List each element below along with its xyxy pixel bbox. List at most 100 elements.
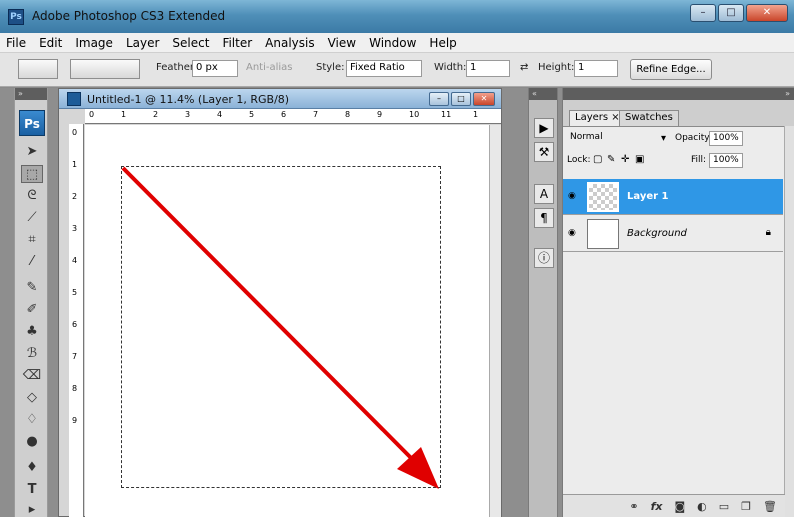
clone-stamp-tool-icon[interactable]: ♣ — [21, 323, 43, 341]
vruler-tick: 9 — [72, 416, 78, 425]
refine-edge-button[interactable]: Refine Edge... — [630, 59, 712, 80]
lasso-tool-icon[interactable]: ᘓ — [21, 187, 43, 205]
fill-input[interactable]: 100% — [709, 153, 743, 168]
menu-window[interactable]: Window — [369, 36, 416, 50]
width-label: Width: — [434, 62, 467, 73]
brush-tool-icon[interactable]: ✐ — [21, 301, 43, 319]
vruler-tick: 0 — [72, 128, 78, 137]
layer-row-background[interactable]: ◉ Background 🔒︎ — [563, 216, 783, 252]
type-tool-icon[interactable]: T — [21, 481, 43, 499]
maximize-button[interactable]: □ — [718, 4, 744, 22]
menu-help[interactable]: Help — [429, 36, 456, 50]
play-icon[interactable]: ▶ — [534, 118, 554, 138]
vruler-tick: 7 — [72, 352, 78, 361]
menu-file[interactable]: File — [6, 36, 26, 50]
tool-presets-icon[interactable]: ⚒ — [534, 142, 554, 162]
layers-panel: » Layers × Swatches Normal ▾ Opacity: 10… — [562, 88, 794, 517]
menu-image[interactable]: Image — [75, 36, 113, 50]
link-layers-icon[interactable]: ⚭ — [629, 500, 638, 513]
feather-input[interactable]: 0 px — [192, 60, 238, 77]
blur-tool-icon[interactable]: ♢ — [21, 411, 43, 429]
eraser-tool-icon[interactable]: ⌫ — [21, 367, 43, 385]
new-group-icon[interactable]: ▭ — [719, 500, 729, 513]
horizontal-ruler[interactable]: 0 1 2 3 4 5 6 7 8 9 10 11 1 — [85, 109, 501, 124]
hruler-tick: 3 — [185, 110, 191, 119]
blend-mode-dropdown[interactable]: Normal — [567, 131, 667, 146]
swap-icon[interactable]: ⇄ — [520, 62, 528, 73]
antialias-checkbox[interactable]: Anti-alias — [246, 62, 293, 73]
tab-layers[interactable]: Layers × — [569, 110, 626, 126]
close-button[interactable]: ✕ — [746, 4, 788, 22]
layer-mask-icon[interactable]: ◙ — [674, 500, 685, 513]
menu-select[interactable]: Select — [172, 36, 209, 50]
menu-filter[interactable]: Filter — [222, 36, 252, 50]
ps-logo[interactable]: Ps — [19, 110, 45, 136]
width-input[interactable]: 1 — [466, 60, 510, 77]
menu-view[interactable]: View — [328, 36, 356, 50]
selection-mode-buttons[interactable] — [70, 59, 140, 79]
layer-row-layer-1[interactable]: ◉ Layer 1 — [563, 179, 783, 215]
hruler-tick: 10 — [409, 110, 420, 119]
layers-vertical-scrollbar[interactable] — [784, 126, 794, 517]
document-maximize-button[interactable]: □ — [451, 92, 471, 106]
document-minimize-button[interactable]: – — [429, 92, 449, 106]
document-vertical-scrollbar[interactable] — [489, 125, 501, 517]
paint-bucket-tool-icon[interactable]: ◇ — [21, 389, 43, 407]
lock-icon: 🔒︎ — [765, 227, 771, 238]
eye-icon[interactable]: ◉ — [568, 192, 578, 201]
crop-tool-icon[interactable]: ⌗ — [21, 231, 43, 249]
move-tool-icon[interactable]: ➤ — [21, 143, 43, 161]
height-input[interactable]: 1 — [574, 60, 618, 77]
new-layer-icon[interactable]: ❐ — [741, 500, 751, 513]
menu-layer[interactable]: Layer — [126, 36, 159, 50]
lock-label: Lock: — [567, 155, 591, 165]
layers-panel-header[interactable]: » — [563, 88, 794, 100]
opacity-input[interactable]: 100% — [709, 131, 743, 146]
pen-tool-icon[interactable]: ♦ — [21, 459, 43, 477]
path-selection-tool-icon[interactable]: ▸ — [21, 501, 43, 517]
opacity-label: Opacity: — [675, 133, 712, 143]
layer-thumbnail — [587, 182, 619, 212]
history-brush-tool-icon[interactable]: ℬ — [21, 345, 43, 363]
eye-icon[interactable]: ◉ — [568, 229, 578, 238]
magic-wand-tool-icon[interactable]: ⟋ — [21, 209, 43, 227]
adjustment-layer-icon[interactable]: ◐ — [697, 500, 707, 513]
document-close-button[interactable]: ✕ — [473, 92, 495, 106]
vruler-tick: 6 — [72, 320, 78, 329]
layers-panel-body: Normal ▾ Opacity: 100% Lock: ▢ ✎ ✛ ▣ Fil… — [563, 126, 794, 517]
document-icon — [67, 92, 81, 106]
tools-panel: » Ps ➤ ⬚ ᘓ ⟋ ⌗ ⁄ ✎ ✐ ♣ ℬ ⌫ ◇ ♢ ● ♦ T ▸ — [14, 88, 48, 517]
hruler-tick: 1 — [473, 110, 479, 119]
layers-panel-footer: ⚭ fx ◙ ◐ ▭ ❐ 🗑︎ — [563, 494, 785, 517]
character-icon[interactable]: A — [534, 184, 554, 204]
tool-preset-picker[interactable] — [18, 59, 58, 79]
dodge-tool-icon[interactable]: ● — [21, 433, 43, 451]
slice-tool-icon[interactable]: ⁄ — [21, 253, 43, 271]
delete-layer-icon[interactable]: 🗑︎ — [763, 500, 777, 513]
lock-image-icon[interactable]: ✎ — [607, 154, 615, 165]
hruler-tick: 8 — [345, 110, 351, 119]
arrow-line — [121, 166, 425, 472]
tab-swatches[interactable]: Swatches — [619, 110, 679, 126]
vertical-ruler[interactable]: 0 1 2 3 4 5 6 7 8 9 — [69, 124, 84, 517]
palette-strip-header[interactable]: « — [529, 88, 557, 100]
lock-transparency-icon[interactable]: ▢ — [593, 154, 602, 165]
document-title-bar[interactable]: Untitled-1 @ 11.4% (Layer 1, RGB/8) – □ … — [59, 89, 501, 109]
collapsed-palettes: « ▶ ⚒ A ¶ ⓘ — [528, 88, 558, 517]
document-canvas[interactable] — [85, 125, 501, 517]
lock-all-icon[interactable]: ▣ — [635, 154, 644, 165]
layer-style-icon[interactable]: fx — [651, 500, 663, 513]
healing-brush-tool-icon[interactable]: ✎ — [21, 279, 43, 297]
tools-panel-header[interactable]: » — [15, 88, 47, 100]
paragraph-icon[interactable]: ¶ — [534, 208, 554, 228]
layer-name: Layer 1 — [627, 191, 669, 202]
title-bar: Ps Adobe Photoshop CS3 Extended – □ ✕ — [0, 0, 794, 33]
marquee-tool-icon[interactable]: ⬚ — [21, 165, 43, 183]
chevron-down-icon[interactable]: ▾ — [661, 133, 666, 144]
lock-position-icon[interactable]: ✛ — [621, 154, 629, 165]
menu-edit[interactable]: Edit — [39, 36, 62, 50]
menu-analysis[interactable]: Analysis — [265, 36, 314, 50]
minimize-button[interactable]: – — [690, 4, 716, 22]
style-dropdown[interactable]: Fixed Ratio — [346, 60, 422, 77]
info-icon[interactable]: ⓘ — [534, 248, 554, 268]
